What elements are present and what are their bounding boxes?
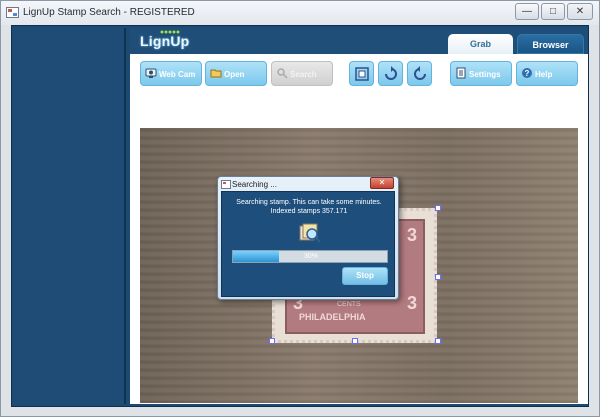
help-icon: ? <box>522 68 532 78</box>
close-button[interactable]: ✕ <box>567 3 593 20</box>
stamp-number: 3 <box>406 293 417 313</box>
rotate-right-button[interactable] <box>378 61 403 86</box>
tab-grab[interactable]: Grab <box>448 34 513 54</box>
search-button[interactable]: Search <box>271 61 333 86</box>
search-stamps-icon <box>299 223 321 243</box>
selection-handle[interactable] <box>435 338 441 344</box>
crop-button[interactable] <box>349 61 374 86</box>
dialog-message-line2: Indexed stamps 357.171 <box>270 208 348 215</box>
title-bar: LignUp Stamp Search - REGISTERED — □ ✕ <box>1 1 599 25</box>
rotate-left-icon <box>414 66 426 80</box>
window-title: LignUp Stamp Search - REGISTERED <box>23 7 195 18</box>
searching-dialog: Searching ... ✕ Searching stamp. This ca… <box>217 176 399 300</box>
svg-text:?: ? <box>525 69 530 78</box>
dialog-message: Searching stamp. This can take some minu… <box>222 198 396 216</box>
help-label: Help <box>535 70 553 79</box>
grab-content: Web Cam Open Search Settings ? Help 3 3 … <box>130 54 588 404</box>
dialog-body: Searching stamp. This can take some minu… <box>221 191 395 297</box>
open-button[interactable]: Open <box>205 61 267 86</box>
crop-icon <box>355 67 369 81</box>
settings-button[interactable]: Settings <box>450 61 512 86</box>
search-label: Search <box>290 70 317 79</box>
stop-button[interactable]: Stop <box>342 267 388 285</box>
selection-handle[interactable] <box>352 338 358 344</box>
webcam-label: Web Cam <box>159 70 196 79</box>
selection-handle[interactable] <box>269 338 275 344</box>
tab-browser[interactable]: Browser <box>517 34 584 54</box>
rotate-right-icon <box>385 66 397 80</box>
app-icon <box>6 7 19 18</box>
app-client-area: LignUp Grab Browser Web Cam Open Search … <box>11 25 589 407</box>
stamp-image-area[interactable]: 3 3 3 3 CENTS PHILADELPHIA <box>140 128 578 403</box>
settings-icon <box>456 67 466 79</box>
minimize-button[interactable]: — <box>515 3 539 20</box>
dialog-close-button[interactable]: ✕ <box>370 177 394 189</box>
stamp-city-text: PHILADELPHIA <box>299 312 366 322</box>
stamp-cents-text: CENTS <box>337 301 361 308</box>
selection-handle[interactable] <box>435 274 441 280</box>
selection-handle[interactable] <box>435 205 441 211</box>
folder-icon <box>210 69 222 78</box>
dialog-title: Searching ... <box>232 180 277 189</box>
maximize-button[interactable]: □ <box>541 3 565 20</box>
main-panel: LignUp Grab Browser Web Cam Open Search … <box>130 28 588 404</box>
webcam-button[interactable]: Web Cam <box>140 61 202 86</box>
app-window: LignUp Stamp Search - REGISTERED — □ ✕ L… <box>0 0 600 417</box>
webcam-icon <box>145 68 157 78</box>
help-button[interactable]: ? Help <box>516 61 578 86</box>
left-panel <box>14 28 126 404</box>
open-label: Open <box>224 70 245 79</box>
dialog-message-line1: Searching stamp. This can take some minu… <box>236 199 382 206</box>
search-progress-bar: 30% <box>232 250 388 263</box>
search-icon <box>277 68 288 79</box>
app-icon <box>221 180 231 189</box>
rotate-left-button[interactable] <box>407 61 432 86</box>
app-logo: LignUp <box>140 33 190 49</box>
search-progress-text: 30% <box>303 253 318 260</box>
settings-label: Settings <box>469 70 501 79</box>
stamp-number: 3 <box>406 225 417 245</box>
